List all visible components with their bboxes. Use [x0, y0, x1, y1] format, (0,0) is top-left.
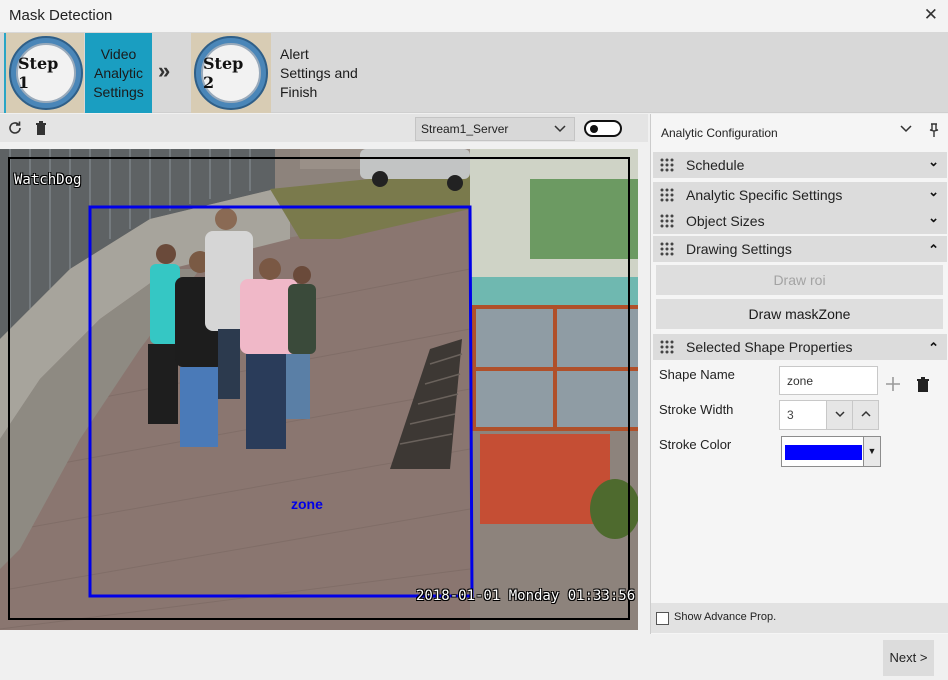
title-bar: Mask Detection ✕: [0, 0, 948, 32]
increment-button[interactable]: [852, 401, 878, 429]
section-schedule[interactable]: Schedule ⌄: [653, 152, 947, 178]
section-analytic-specific[interactable]: Analytic Specific Settings ⌄: [653, 182, 947, 208]
camera-label: WatchDog: [14, 172, 82, 188]
advanced-props-bar: Show Advance Prop.: [651, 603, 948, 633]
section-label: Selected Shape Properties: [686, 339, 853, 355]
step-separator-icon: »: [158, 58, 170, 83]
panel-header: Analytic Configuration: [651, 114, 948, 150]
step-2-label[interactable]: Alert Settings and Finish: [280, 33, 360, 113]
chevron-down-icon: ⌄: [928, 184, 939, 199]
trash-icon[interactable]: [915, 376, 931, 393]
video-toolbar: Stream1_Server: [0, 114, 648, 142]
trash-icon[interactable]: [33, 120, 49, 136]
chevron-up-icon: ⌃: [928, 242, 939, 257]
section-label: Schedule: [686, 157, 745, 173]
camera-frame: [0, 149, 638, 630]
zone-label[interactable]: zone: [291, 496, 323, 512]
decrement-button[interactable]: [826, 401, 852, 429]
refresh-icon[interactable]: [7, 120, 23, 136]
section-object-sizes[interactable]: Object Sizes ⌄: [653, 208, 947, 234]
chevron-down-icon: ⌄: [928, 154, 939, 169]
stroke-width-label: Stroke Width: [659, 402, 734, 417]
grip-icon: [660, 214, 674, 228]
stream-select-value: Stream1_Server: [421, 122, 509, 136]
show-advance-checkbox[interactable]: [656, 612, 669, 625]
video-timestamp: 2018-01-01 Monday 01:33:56: [416, 588, 636, 604]
section-drawing-settings[interactable]: Drawing Settings ⌃: [653, 236, 947, 262]
shape-name-value: zone: [787, 374, 814, 388]
pin-icon[interactable]: [928, 123, 940, 137]
chevron-down-icon: [834, 411, 845, 418]
grip-icon: [660, 242, 674, 256]
step-1-label[interactable]: Video Analytic Settings: [85, 33, 152, 113]
draw-mask-zone-button[interactable]: Draw maskZone: [656, 299, 943, 329]
chevron-down-icon: [554, 125, 566, 133]
wizard-bar: Step 1 Video Analytic Settings » Step 2 …: [0, 32, 948, 113]
draw-roi-button[interactable]: Draw roi: [656, 265, 943, 295]
video-view[interactable]: WatchDog 2018-01-01 Monday 01:33:56 zone: [0, 149, 638, 630]
grip-icon: [660, 158, 674, 172]
chevron-down-icon: ⌄: [928, 210, 939, 225]
shape-name-label: Shape Name: [659, 367, 735, 382]
step-2-badge[interactable]: Step 2: [191, 33, 271, 113]
stroke-width-value: 3: [787, 408, 794, 422]
stream-select[interactable]: Stream1_Server: [415, 117, 575, 141]
section-selected-shape-properties[interactable]: Selected Shape Properties ⌃: [653, 334, 947, 360]
stroke-width-stepper[interactable]: 3: [779, 400, 879, 430]
step-1-badge-text: Step 1: [16, 43, 76, 103]
chevron-up-icon: [860, 410, 871, 417]
grip-icon: [660, 188, 674, 202]
color-dropdown-button[interactable]: ▼: [863, 437, 880, 466]
window-title: Mask Detection: [9, 7, 113, 24]
stroke-color-label: Stroke Color: [659, 437, 732, 452]
stream-toggle[interactable]: [584, 120, 622, 137]
close-icon[interactable]: ✕: [924, 5, 938, 25]
stroke-color-swatch: [785, 445, 862, 460]
section-label: Object Sizes: [686, 213, 765, 229]
chevron-down-icon[interactable]: [900, 122, 912, 134]
grip-icon: [660, 340, 674, 354]
show-advance-label: Show Advance Prop.: [674, 611, 777, 623]
step-1-badge[interactable]: Step 1: [4, 33, 84, 113]
stroke-color-picker[interactable]: ▼: [781, 436, 881, 467]
shape-name-input[interactable]: zone: [779, 366, 878, 395]
step-2-badge-text: Step 2: [201, 43, 261, 103]
next-button[interactable]: Next >: [883, 640, 934, 676]
chevron-up-icon: ⌃: [928, 340, 939, 355]
footer: Next >: [0, 634, 948, 680]
panel-title: Analytic Configuration: [661, 126, 778, 140]
analytic-config-panel: Analytic Configuration Schedule ⌄ Analyt…: [650, 114, 948, 634]
section-label: Drawing Settings: [686, 241, 792, 257]
add-icon[interactable]: [885, 376, 901, 392]
section-label: Analytic Specific Settings: [686, 187, 843, 203]
